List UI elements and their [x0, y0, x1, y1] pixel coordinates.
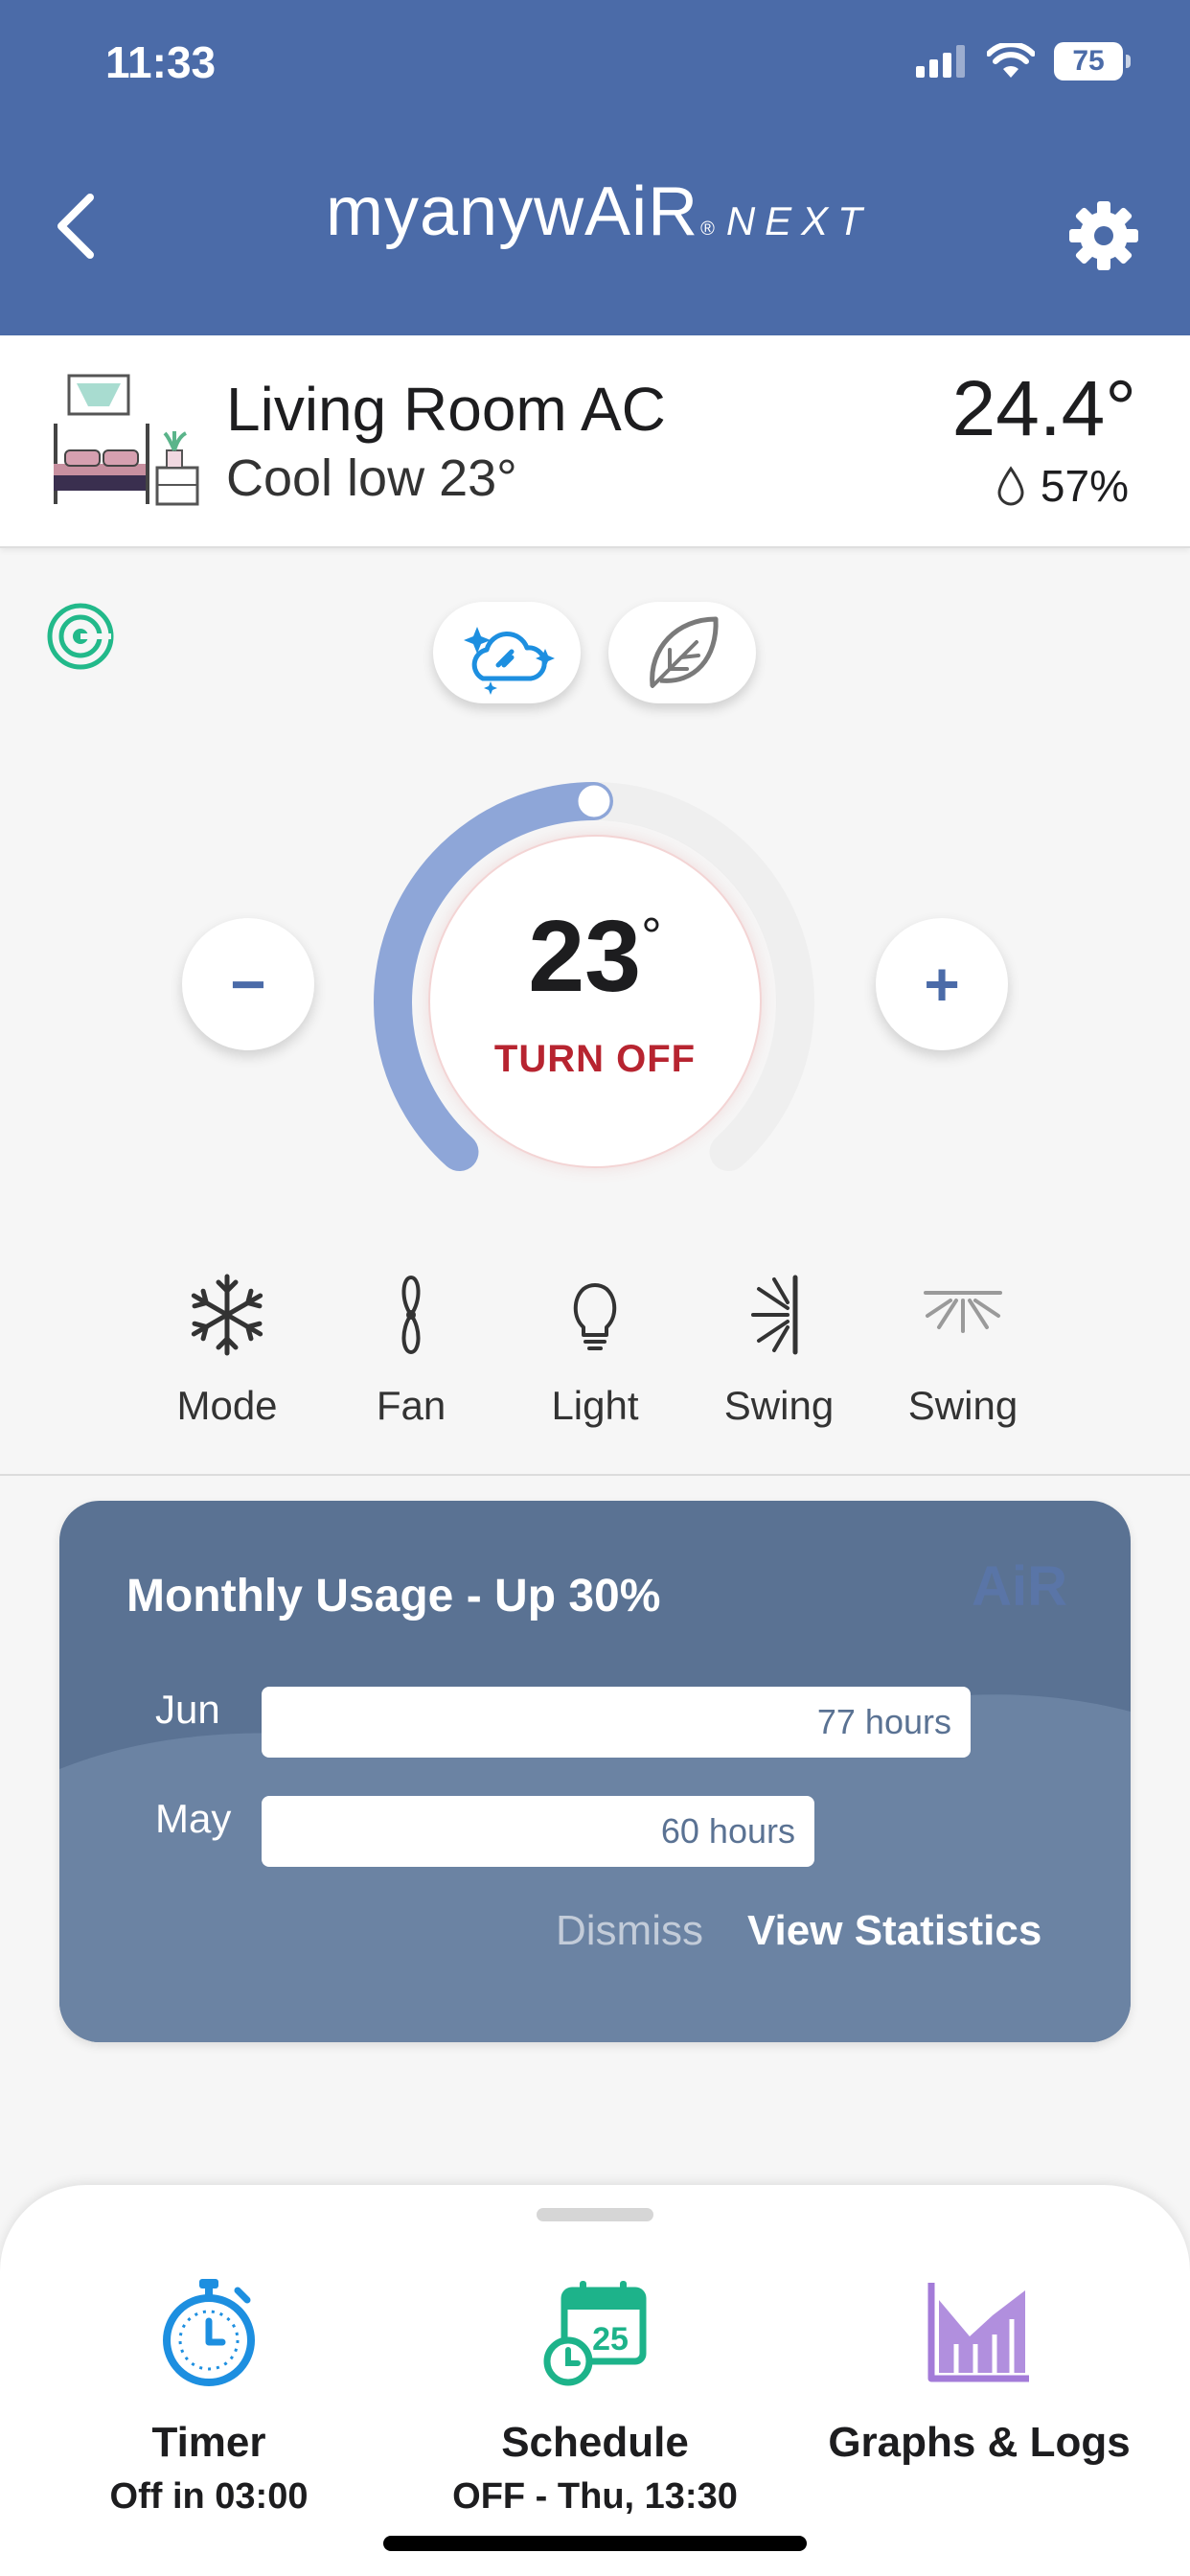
home-indicator[interactable]: [383, 2536, 807, 2551]
device-info-panel: Living Room AC Cool low 23° 24.4° 57%: [0, 335, 1190, 548]
eco-mode-button[interactable]: [608, 602, 756, 703]
bedroom-illustration-icon: [54, 374, 199, 506]
schedule-title: Schedule: [501, 2419, 689, 2466]
status-time: 11:33: [105, 37, 217, 87]
lightbulb-icon: [573, 1283, 617, 1350]
brand-suffix: NEXT: [725, 198, 872, 243]
leaf-icon: [650, 616, 719, 688]
swing-horizontal-label: Swing: [907, 1383, 1018, 1428]
app-header: 11:33 75 myanywAiR ® NEXT: [0, 0, 1190, 335]
radar-icon[interactable]: [46, 602, 115, 671]
device-mode-summary: Cool low 23°: [226, 449, 517, 507]
timer-title: Timer: [151, 2419, 266, 2466]
graphs-logs-button[interactable]: Graphs & Logs: [797, 2277, 1161, 2467]
humidity-reading: 57%: [996, 460, 1129, 512]
degree-symbol: °: [641, 908, 662, 965]
increase-temp-button[interactable]: +: [876, 918, 1008, 1050]
graphs-logs-title: Graphs & Logs: [828, 2419, 1131, 2466]
mode-button[interactable]: Mode: [135, 1260, 319, 1429]
timer-button[interactable]: Timer Off in 03:00: [27, 2277, 391, 2518]
humidity-value: 57%: [1040, 461, 1129, 511]
sleep-mode-button[interactable]: [433, 602, 581, 703]
turn-off-button[interactable]: TURN OFF: [430, 1038, 760, 1081]
section-divider: [0, 1474, 1190, 1476]
sheet-drag-handle[interactable]: [537, 2208, 653, 2221]
fan-label: Fan: [376, 1383, 446, 1428]
calendar-icon: 25: [543, 2281, 647, 2386]
fan-icon: [401, 1275, 421, 1355]
decrease-temp-button[interactable]: −: [182, 918, 314, 1050]
set-temperature-value: 23: [528, 900, 642, 1013]
water-drop-icon: [997, 466, 1024, 506]
light-label: Light: [551, 1383, 639, 1428]
graph-icon: [927, 2283, 1029, 2382]
bottom-sheet: Timer Off in 03:00 25 Schedule OFF - Thu…: [0, 2185, 1190, 2576]
monthly-usage-card: Monthly Usage - Up 30% AiR Jun 77 hours …: [59, 1501, 1131, 2042]
swing-vertical-label: Swing: [723, 1383, 835, 1428]
swing-vertical-button[interactable]: Swing: [687, 1260, 871, 1429]
snowflake-icon: [191, 1274, 263, 1356]
back-chevron-icon[interactable]: [48, 188, 105, 264]
mode-label: Mode: [176, 1383, 278, 1428]
timer-subtitle: Off in 03:00: [109, 2476, 309, 2517]
brand-registered: ®: [700, 218, 715, 240]
air-logo: AiR: [972, 1555, 1067, 1618]
fan-button[interactable]: Fan: [319, 1260, 503, 1429]
set-temperature: 23°: [430, 899, 760, 1015]
device-name: Living Room AC: [226, 375, 666, 444]
calendar-day: 25: [592, 2321, 629, 2358]
light-button[interactable]: Light: [503, 1260, 687, 1429]
status-icons: 75: [916, 42, 1131, 80]
mode-bar: Mode Fan Light Swing Swing: [0, 1260, 1190, 1461]
schedule-button[interactable]: 25 Schedule OFF - Thu, 13:30: [413, 2277, 777, 2518]
brand-main: myanywAiR: [326, 173, 699, 250]
cellular-signal-icon: [916, 45, 965, 78]
dial-center[interactable]: 23° TURN OFF: [430, 837, 760, 1166]
usage-month-label: May: [155, 1796, 232, 1841]
swing-horizontal-button[interactable]: Swing: [871, 1260, 1055, 1429]
room-temperature: 24.4°: [951, 365, 1136, 452]
usage-title: Monthly Usage - Up 30%: [126, 1571, 661, 1622]
sparkle-cloud-icon: [464, 627, 555, 695]
usage-month-label: Jun: [155, 1687, 220, 1732]
gear-icon[interactable]: [1067, 199, 1140, 272]
dial-knob[interactable]: [575, 782, 613, 820]
battery-indicator: 75: [1054, 42, 1131, 80]
swing-vertical-icon: [751, 1275, 798, 1355]
swing-horizontal-icon: [924, 1291, 1002, 1333]
schedule-subtitle: OFF - Thu, 13:30: [452, 2476, 738, 2517]
dismiss-button[interactable]: Dismiss: [556, 1907, 703, 1955]
brand-logo: myanywAiR ® NEXT: [326, 172, 872, 251]
wifi-icon: [987, 43, 1035, 78]
stopwatch-icon: [163, 2279, 255, 2386]
view-statistics-button[interactable]: View Statistics: [747, 1907, 1041, 1955]
usage-bar: 77 hours: [262, 1687, 971, 1758]
usage-bar: 60 hours: [262, 1796, 814, 1867]
